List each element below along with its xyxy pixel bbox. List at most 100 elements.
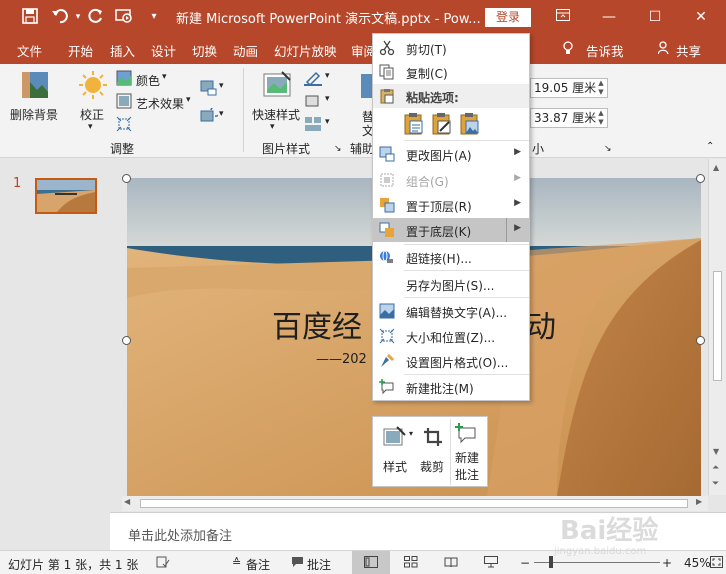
resize-handle-ml[interactable] [122, 336, 131, 345]
quick-styles-icon[interactable] [262, 70, 292, 103]
style-dropdown-icon[interactable]: ▾ [409, 429, 413, 438]
width-field[interactable]: 33.87 厘米 ▲ ▼ [530, 108, 608, 128]
style-label[interactable]: 样式 [383, 458, 407, 475]
resize-handle-mr[interactable] [696, 336, 705, 345]
picture-layout-dropdown-icon[interactable]: ▾ [325, 117, 330, 127]
menu-item-send-to-back[interactable]: 置于底层(K) ▶ [373, 218, 529, 242]
slide-subtitle[interactable]: ——202 [316, 352, 367, 367]
tab-animations[interactable]: 动画 [233, 41, 258, 60]
resize-handle-tl[interactable] [122, 174, 131, 183]
notes-toggle-icon[interactable]: ≙ [232, 556, 241, 569]
zoom-out-icon[interactable]: − [520, 556, 530, 570]
fit-slide-icon[interactable] [710, 556, 723, 571]
share-label[interactable]: 共享 [676, 41, 701, 60]
new-comment-label-2[interactable]: 批注 [455, 466, 479, 483]
scroll-right-icon[interactable]: ▶ [696, 497, 702, 506]
resize-handle-tr[interactable] [696, 174, 705, 183]
crop-label[interactable]: 裁剪 [420, 458, 444, 475]
vertical-scrollbar[interactable]: ▲ ▼ ⏶ ⏷ [708, 159, 726, 495]
menu-item-format-picture[interactable]: 设置图片格式(O)... [373, 349, 529, 373]
previous-slide-icon[interactable]: ⏶ [712, 463, 719, 473]
comments-icon[interactable] [291, 556, 304, 571]
size-launcher-icon[interactable]: ↘ [604, 144, 612, 154]
width-spinner-icon[interactable]: ▲ ▼ [595, 109, 607, 127]
compress-pictures-icon[interactable] [116, 116, 132, 135]
zoom-in-icon[interactable]: + [662, 556, 672, 570]
slide-title-right[interactable]: 动 [526, 302, 556, 346]
color-icon[interactable] [116, 70, 132, 89]
horizontal-scrollbar[interactable]: ◀ ▶ [122, 496, 708, 511]
picture-border-icon[interactable] [304, 70, 322, 89]
picture-border-dropdown-icon[interactable]: ▾ [325, 71, 330, 81]
vertical-scroll-thumb[interactable] [713, 271, 722, 381]
close-icon[interactable]: ✕ [678, 0, 724, 34]
maximize-icon[interactable]: ☐ [632, 0, 678, 34]
slide-sorter-icon[interactable] [404, 556, 418, 571]
remove-background-label[interactable]: 删除背景 [10, 106, 58, 123]
quick-styles-dropdown-icon[interactable]: ▾ [270, 122, 275, 132]
menu-item-copy[interactable]: 复制(C) [373, 60, 529, 84]
style-icon[interactable] [383, 425, 407, 450]
slide-thumbnail[interactable] [35, 178, 97, 214]
picture-layout-icon[interactable] [304, 116, 322, 135]
paste-as-picture-icon[interactable] [459, 112, 481, 139]
height-field[interactable]: 19.05 厘米 ▲ ▼ [530, 78, 608, 98]
tab-home[interactable]: 开始 [68, 41, 93, 60]
menu-item-edit-alt-text[interactable]: 编辑替换文字(A)... [373, 299, 529, 323]
tab-transitions[interactable]: 切换 [192, 41, 217, 60]
artistic-effects-icon[interactable] [116, 93, 132, 112]
new-comment-mini-icon[interactable] [455, 423, 477, 448]
crop-icon[interactable] [423, 427, 443, 450]
color-dropdown-icon[interactable]: ▾ [162, 72, 167, 82]
notes-placeholder[interactable]: 单击此处添加备注 [128, 525, 232, 544]
slide-title-left[interactable]: 百度经 [272, 302, 362, 346]
scroll-up-icon[interactable]: ▲ [713, 163, 719, 172]
menu-item-cut[interactable]: 剪切(T) [373, 36, 529, 60]
artistic-dropdown-icon[interactable]: ▾ [186, 95, 191, 105]
ribbon-display-icon[interactable] [540, 0, 586, 34]
save-icon[interactable] [20, 7, 40, 27]
height-spinner-icon[interactable]: ▲ ▼ [595, 79, 607, 97]
corrections-dropdown-icon[interactable]: ▾ [88, 122, 93, 132]
corrections-label[interactable]: 校正 [80, 106, 104, 123]
menu-item-save-as-picture[interactable]: 另存为图片(S)... [373, 272, 529, 296]
normal-view-icon[interactable] [364, 556, 378, 571]
tab-design[interactable]: 设计 [151, 41, 176, 60]
tab-insert[interactable]: 插入 [110, 41, 135, 60]
menu-item-hyperlink[interactable]: 超链接(H)... [373, 245, 529, 269]
tell-me-icon[interactable] [562, 41, 574, 58]
slideshow-view-icon[interactable] [484, 556, 498, 571]
change-picture-icon[interactable] [200, 80, 218, 99]
menu-item-change-picture[interactable]: 更改图片(A) ▶ [373, 142, 529, 166]
undo-dropdown-icon[interactable]: ▾ [68, 7, 88, 27]
remove-background-icon[interactable] [20, 70, 50, 103]
tab-file[interactable]: 文件 [17, 41, 42, 60]
login-button[interactable]: 登录 [485, 8, 531, 27]
collapse-ribbon-icon[interactable]: ⌃ [706, 141, 714, 152]
tab-slideshow[interactable]: 幻灯片放映 [274, 41, 337, 60]
picture-effects-dropdown-icon[interactable]: ▾ [325, 94, 330, 104]
artistic-effects-label[interactable]: 艺术效果 [136, 95, 184, 112]
submenu-arrow-icon[interactable]: ▶ [514, 223, 521, 233]
paste-use-destination-theme-icon[interactable] [403, 112, 425, 139]
minimize-icon[interactable]: — [586, 0, 632, 34]
horizontal-scroll-thumb[interactable] [140, 499, 688, 508]
corrections-icon[interactable] [78, 70, 108, 103]
menu-item-size-position[interactable]: 大小和位置(Z)... [373, 324, 529, 348]
next-slide-icon[interactable]: ⏷ [712, 479, 719, 489]
zoom-slider-thumb[interactable] [549, 556, 553, 568]
new-comment-label-1[interactable]: 新建 [455, 449, 479, 466]
color-label[interactable]: 颜色 [136, 72, 160, 89]
menu-item-group[interactable]: 组合(G) ▶ [373, 168, 529, 192]
spelling-icon[interactable] [156, 556, 170, 571]
reading-view-icon[interactable] [444, 556, 458, 571]
quick-styles-label[interactable]: 快速样式 [252, 106, 300, 123]
customize-icon[interactable]: ▾ [144, 7, 164, 27]
picture-effects-icon[interactable] [304, 93, 322, 112]
zoom-level[interactable]: 45% [684, 556, 711, 570]
scroll-left-icon[interactable]: ◀ [124, 497, 130, 506]
reset-picture-dropdown-icon[interactable]: ▾ [219, 109, 224, 119]
reset-picture-icon[interactable] [200, 105, 222, 127]
paste-keep-source-icon[interactable] [431, 112, 453, 139]
share-icon[interactable] [657, 41, 670, 58]
